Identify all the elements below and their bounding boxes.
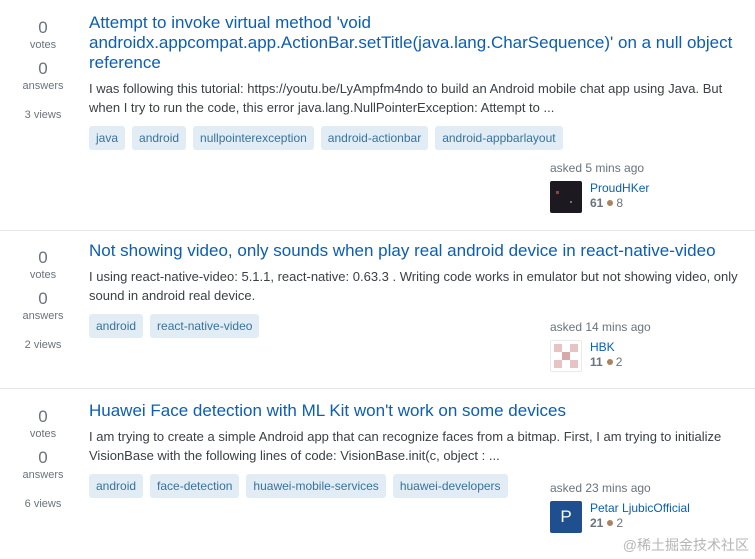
question-excerpt: I was following this tutorial: https://y… xyxy=(89,81,723,115)
tag[interactable]: android-appbarlayout xyxy=(435,126,563,150)
view-count: 6 views xyxy=(24,498,62,510)
answer-count-label: answers xyxy=(22,469,64,481)
tag[interactable]: nullpointerexception xyxy=(193,126,314,150)
question-owner: asked 14 mins ago HBK 11 2 xyxy=(550,320,740,372)
view-count: 3 views xyxy=(24,109,62,121)
user-avatar[interactable] xyxy=(550,181,582,213)
reputation-score: 21 xyxy=(590,516,604,530)
bronze-badge-count: 2 xyxy=(615,355,623,369)
question-title-link[interactable]: Huawei Face detection with ML Kit won't … xyxy=(89,401,739,421)
bronze-badge-icon xyxy=(607,200,614,207)
reputation-score: 11 xyxy=(590,355,603,369)
user-name-link[interactable]: HBK xyxy=(590,340,622,355)
user-avatar[interactable]: P xyxy=(550,501,582,533)
answer-count: 0 answers xyxy=(4,289,82,323)
asked-time: asked 5 mins ago xyxy=(550,161,645,175)
answer-count: 0 answers xyxy=(4,59,82,93)
user-name-link[interactable]: Petar LjubicOfficial xyxy=(590,501,690,516)
question-title-link[interactable]: Attempt to invoke virtual method 'void a… xyxy=(89,13,739,73)
question-stats: 0 votes 0 answers 2 views xyxy=(4,248,82,351)
tag[interactable]: face-detection xyxy=(150,474,240,498)
tag[interactable]: react-native-video xyxy=(150,314,260,338)
bronze-badge-count: 8 xyxy=(616,196,624,210)
avatar-letter: P xyxy=(560,507,572,526)
reputation-score: 61 xyxy=(590,196,604,210)
tag[interactable]: android xyxy=(89,314,144,338)
user-name-link[interactable]: ProudHKer xyxy=(590,181,649,196)
tag[interactable]: android-actionbar xyxy=(320,126,429,150)
asked-time: asked 14 mins ago xyxy=(550,320,651,334)
vote-count: 0 votes xyxy=(4,18,82,52)
question-stats: 0 votes 0 answers 3 views xyxy=(4,18,82,121)
asked-time: asked 23 mins ago xyxy=(550,481,651,495)
vote-count: 0 votes xyxy=(4,248,82,282)
tag[interactable]: huawei-mobile-services xyxy=(246,474,386,498)
answer-count-label: answers xyxy=(22,80,64,92)
vote-count-number: 0 xyxy=(38,18,48,37)
question-owner: asked 23 mins ago P Petar LjubicOfficial… xyxy=(550,481,740,533)
answer-count-label: answers xyxy=(22,310,64,322)
vote-count: 0 votes xyxy=(4,407,82,441)
answer-count-number: 0 xyxy=(38,289,48,308)
answer-count-number: 0 xyxy=(38,448,48,467)
question-content: Attempt to invoke virtual method 'void a… xyxy=(89,13,739,150)
tag[interactable]: java xyxy=(89,126,126,150)
question-summary: 0 votes 0 answers 2 views Not showing vi… xyxy=(0,231,755,389)
answer-count: 0 answers xyxy=(4,448,82,482)
question-excerpt: I using react-native-video: 5.1.1, react… xyxy=(89,269,738,303)
question-stats: 0 votes 0 answers 6 views xyxy=(4,407,82,510)
vote-count-number: 0 xyxy=(38,407,48,426)
answer-count-number: 0 xyxy=(38,59,48,78)
vote-count-number: 0 xyxy=(38,248,48,267)
tag[interactable]: android xyxy=(89,474,144,498)
question-excerpt: I am trying to create a simple Android a… xyxy=(89,429,722,463)
vote-count-label: votes xyxy=(29,269,57,281)
bronze-badge-icon xyxy=(607,520,614,527)
question-summary: 0 votes 0 answers 6 views Huawei Face de… xyxy=(0,389,755,559)
bronze-badge-icon xyxy=(606,359,613,366)
bronze-badge-count: 2 xyxy=(616,516,624,530)
vote-count-label: votes xyxy=(29,39,57,51)
vote-count-label: votes xyxy=(29,428,57,440)
user-avatar[interactable] xyxy=(550,340,582,372)
tag-list: java android nullpointerexception androi… xyxy=(89,126,739,150)
question-owner: asked 5 mins ago ProudHKer 61 8 xyxy=(550,161,740,213)
question-title-link[interactable]: Not showing video, only sounds when play… xyxy=(89,241,739,261)
view-count: 2 views xyxy=(24,339,62,351)
question-summary: 0 votes 0 answers 3 views Attempt to inv… xyxy=(0,0,755,231)
watermark: @稀土掘金技术社区 xyxy=(622,537,749,553)
tag[interactable]: android xyxy=(132,126,187,150)
tag[interactable]: huawei-developers xyxy=(392,474,508,498)
